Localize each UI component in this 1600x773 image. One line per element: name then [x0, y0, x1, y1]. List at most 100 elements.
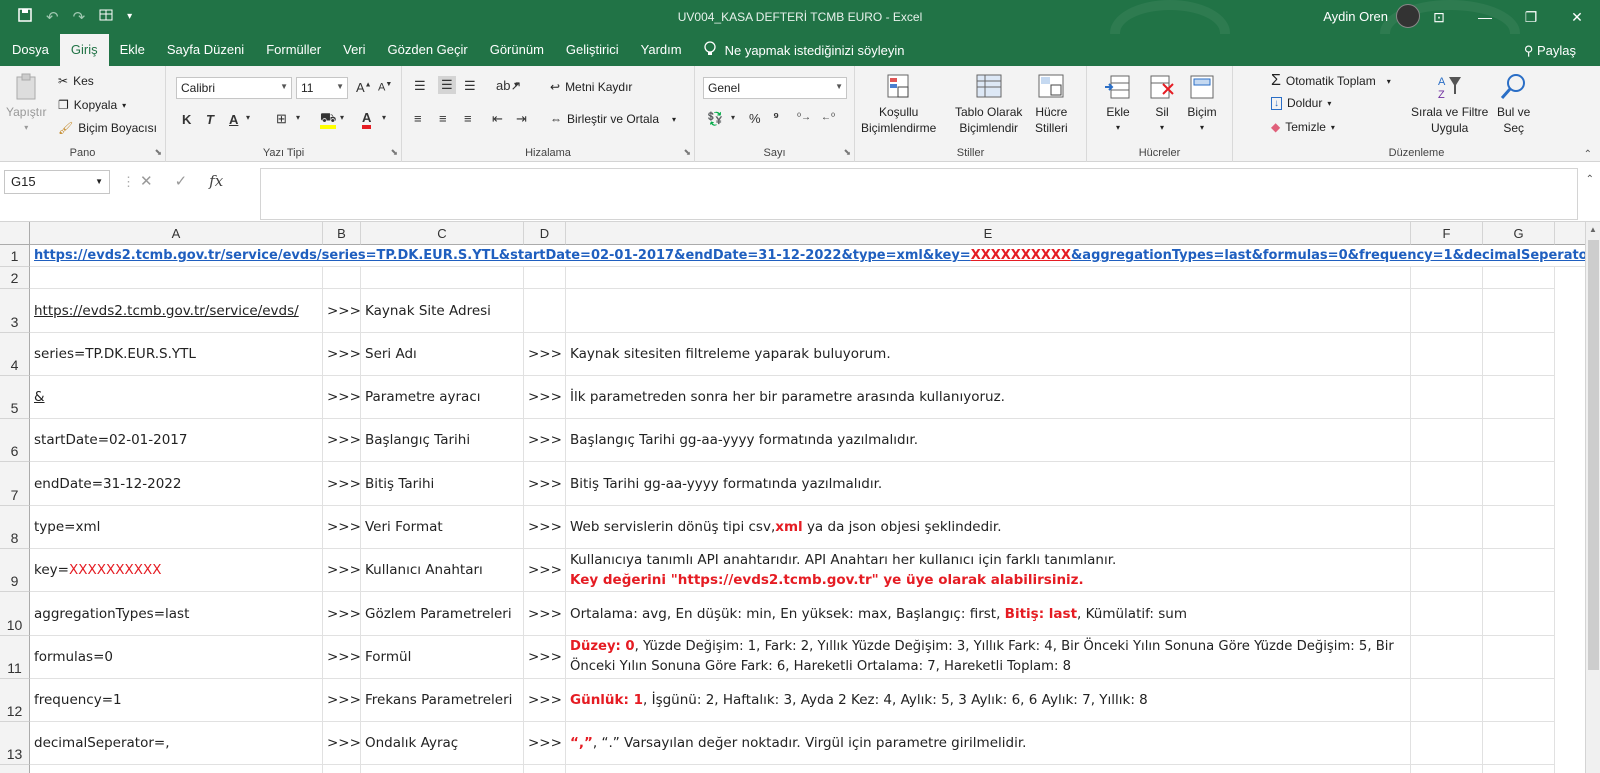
italic-button[interactable]: T — [206, 112, 214, 127]
cell-b9[interactable]: >>> — [323, 549, 361, 592]
row-header[interactable]: 2 — [0, 267, 30, 289]
tab-formuller[interactable]: Formüller — [255, 34, 332, 66]
row-header[interactable]: 11 — [0, 636, 30, 679]
share-button[interactable]: ⚲ Paylaş — [1524, 43, 1576, 59]
cell-e8[interactable]: Web servislerin dönüş tipi csv, xml ya d… — [566, 506, 1411, 549]
vertical-scrollbar[interactable]: ▲ — [1585, 222, 1600, 773]
cell-b12[interactable]: >>> — [323, 679, 361, 722]
row-header[interactable]: 1 — [0, 245, 30, 267]
font-size-select[interactable]: 11 ▼ — [296, 77, 348, 99]
cell-b8[interactable]: >>> — [323, 506, 361, 549]
cell-d13[interactable]: >>> — [524, 722, 566, 765]
cell-g10[interactable] — [1483, 592, 1555, 636]
column-header-b[interactable]: B — [323, 222, 361, 245]
row-header[interactable]: 6 — [0, 419, 30, 462]
cell-e13[interactable]: “,”, “.” Varsayılan değer noktadır. Virg… — [566, 722, 1411, 765]
cell-a4[interactable]: series=TP.DK.EUR.S.YTL — [30, 333, 323, 376]
cell-c5[interactable]: Parametre ayracı — [361, 376, 524, 419]
row-header[interactable]: 4 — [0, 333, 30, 376]
close-icon[interactable]: ✕ — [1554, 0, 1600, 34]
cell-a9[interactable]: key= XXXXXXXXXX — [30, 549, 323, 592]
dialog-launcher-icon[interactable]: ⬊ — [843, 147, 851, 158]
cell-d3[interactable] — [524, 289, 566, 333]
cell-g9[interactable] — [1483, 549, 1555, 592]
align-left-icon[interactable]: ≡ — [414, 111, 422, 126]
column-header-e[interactable]: E — [566, 222, 1411, 245]
row-header[interactable]: 12 — [0, 679, 30, 722]
cell-c9[interactable]: Kullanıcı Anahtarı — [361, 549, 524, 592]
formula-input[interactable] — [260, 168, 1578, 220]
align-center-icon[interactable]: ≡ — [439, 111, 447, 126]
cell-g6[interactable] — [1483, 419, 1555, 462]
insert-cells-button[interactable]: Ekle ▾ — [1103, 72, 1133, 136]
cell-c3[interactable]: Kaynak Site Adresi — [361, 289, 524, 333]
cell-d11[interactable]: >>> — [524, 636, 566, 679]
cell-f5[interactable] — [1411, 376, 1483, 419]
align-bottom-icon[interactable]: ☰ — [464, 78, 476, 94]
cell-c2[interactable] — [361, 267, 524, 289]
underline-button[interactable]: A — [229, 112, 238, 127]
cell-c14[interactable] — [361, 765, 524, 773]
dialog-launcher-icon[interactable]: ⬊ — [683, 147, 691, 158]
cell-f11[interactable] — [1411, 636, 1483, 679]
cell-c11[interactable]: Formül — [361, 636, 524, 679]
conditional-format-button[interactable]: Koşullu Biçimlendirme — [861, 72, 936, 136]
tab-sayfa-duzeni[interactable]: Sayfa Düzeni — [156, 34, 255, 66]
paste-button[interactable]: Yapıştır ▾ — [6, 72, 46, 136]
cancel-icon[interactable]: ✕ — [140, 172, 153, 190]
cell-b10[interactable]: >>> — [323, 592, 361, 636]
row-header[interactable]: 10 — [0, 592, 30, 636]
cell-g13[interactable] — [1483, 722, 1555, 765]
cell-f10[interactable] — [1411, 592, 1483, 636]
row-header[interactable]: 8 — [0, 506, 30, 549]
select-all-corner[interactable] — [0, 222, 30, 245]
cell-c12[interactable]: Frekans Parametreleri — [361, 679, 524, 722]
cell-f13[interactable] — [1411, 722, 1483, 765]
fill-color-icon[interactable]: ⛟ — [320, 110, 337, 129]
collapse-formula-icon[interactable]: ⌃ — [1586, 174, 1594, 185]
align-right-icon[interactable]: ≡ — [464, 111, 472, 126]
cell-a2[interactable] — [30, 267, 323, 289]
cell-f8[interactable] — [1411, 506, 1483, 549]
cell-e3[interactable] — [566, 289, 1411, 333]
column-header-a[interactable]: A — [30, 222, 323, 245]
tab-gorunum[interactable]: Görünüm — [479, 34, 555, 66]
cell-e11[interactable]: Düzey: 0, Yüzde Değişim: 1, Fark: 2, Yıl… — [566, 636, 1411, 679]
row-header[interactable]: 5 — [0, 376, 30, 419]
row-header[interactable]: 13 — [0, 722, 30, 765]
format-as-table-button[interactable]: Tablo Olarak Biçimlendir — [955, 72, 1022, 136]
tab-gelistirici[interactable]: Geliştirici — [555, 34, 630, 66]
tab-giris[interactable]: Giriş — [59, 34, 109, 66]
chevron-down-icon[interactable]: ▾ — [382, 113, 386, 122]
cut-button[interactable]: ✂ Kes — [58, 74, 94, 88]
copy-button[interactable]: ❐ Kopyala ▾ — [58, 98, 126, 112]
cell-d14[interactable] — [524, 765, 566, 773]
column-header-f[interactable]: F — [1411, 222, 1483, 245]
column-header-d[interactable]: D — [524, 222, 566, 245]
cell-e4[interactable]: Kaynak sitesiten filtreleme yaparak bulu… — [566, 333, 1411, 376]
insert-function-button[interactable]: fx — [209, 172, 223, 190]
cell-e6[interactable]: Başlangıç Tarihi gg-aa-yyyy formatında y… — [566, 419, 1411, 462]
user-name[interactable]: Aydin Oren — [1323, 9, 1388, 24]
cell-g8[interactable] — [1483, 506, 1555, 549]
dialog-launcher-icon[interactable]: ⬊ — [154, 147, 162, 158]
font-name-select[interactable]: Calibri ▼ — [176, 77, 292, 99]
increase-decimal-icon[interactable]: ⁰→ — [797, 112, 811, 123]
worksheet-grid[interactable]: A B C D E F G 1 2 3 4 5 6 7 8 9 10 11 12… — [0, 222, 1585, 773]
cell-a5[interactable]: & — [30, 376, 323, 419]
restore-icon[interactable]: ❐ — [1508, 0, 1554, 34]
decrease-decimal-icon[interactable]: ←⁰ — [821, 112, 835, 123]
cell-a13[interactable]: decimalSeperator=, — [30, 722, 323, 765]
number-format-select[interactable]: Genel ▼ — [703, 77, 847, 99]
font-color-icon[interactable]: A — [362, 110, 372, 129]
align-top-icon[interactable]: ☰ — [414, 78, 426, 94]
cell-b4[interactable]: >>> — [323, 333, 361, 376]
cell-b13[interactable]: >>> — [323, 722, 361, 765]
currency-icon[interactable]: 💱 — [707, 111, 723, 127]
cell-d12[interactable]: >>> — [524, 679, 566, 722]
grow-font-icon[interactable]: A▲ — [356, 80, 372, 95]
cell-b2[interactable] — [323, 267, 361, 289]
decrease-indent-icon[interactable]: ⇤ — [492, 111, 503, 127]
cell-f6[interactable] — [1411, 419, 1483, 462]
cell-e9[interactable]: Kullanıcıya tanımlı API anahtarıdır. API… — [566, 549, 1411, 592]
